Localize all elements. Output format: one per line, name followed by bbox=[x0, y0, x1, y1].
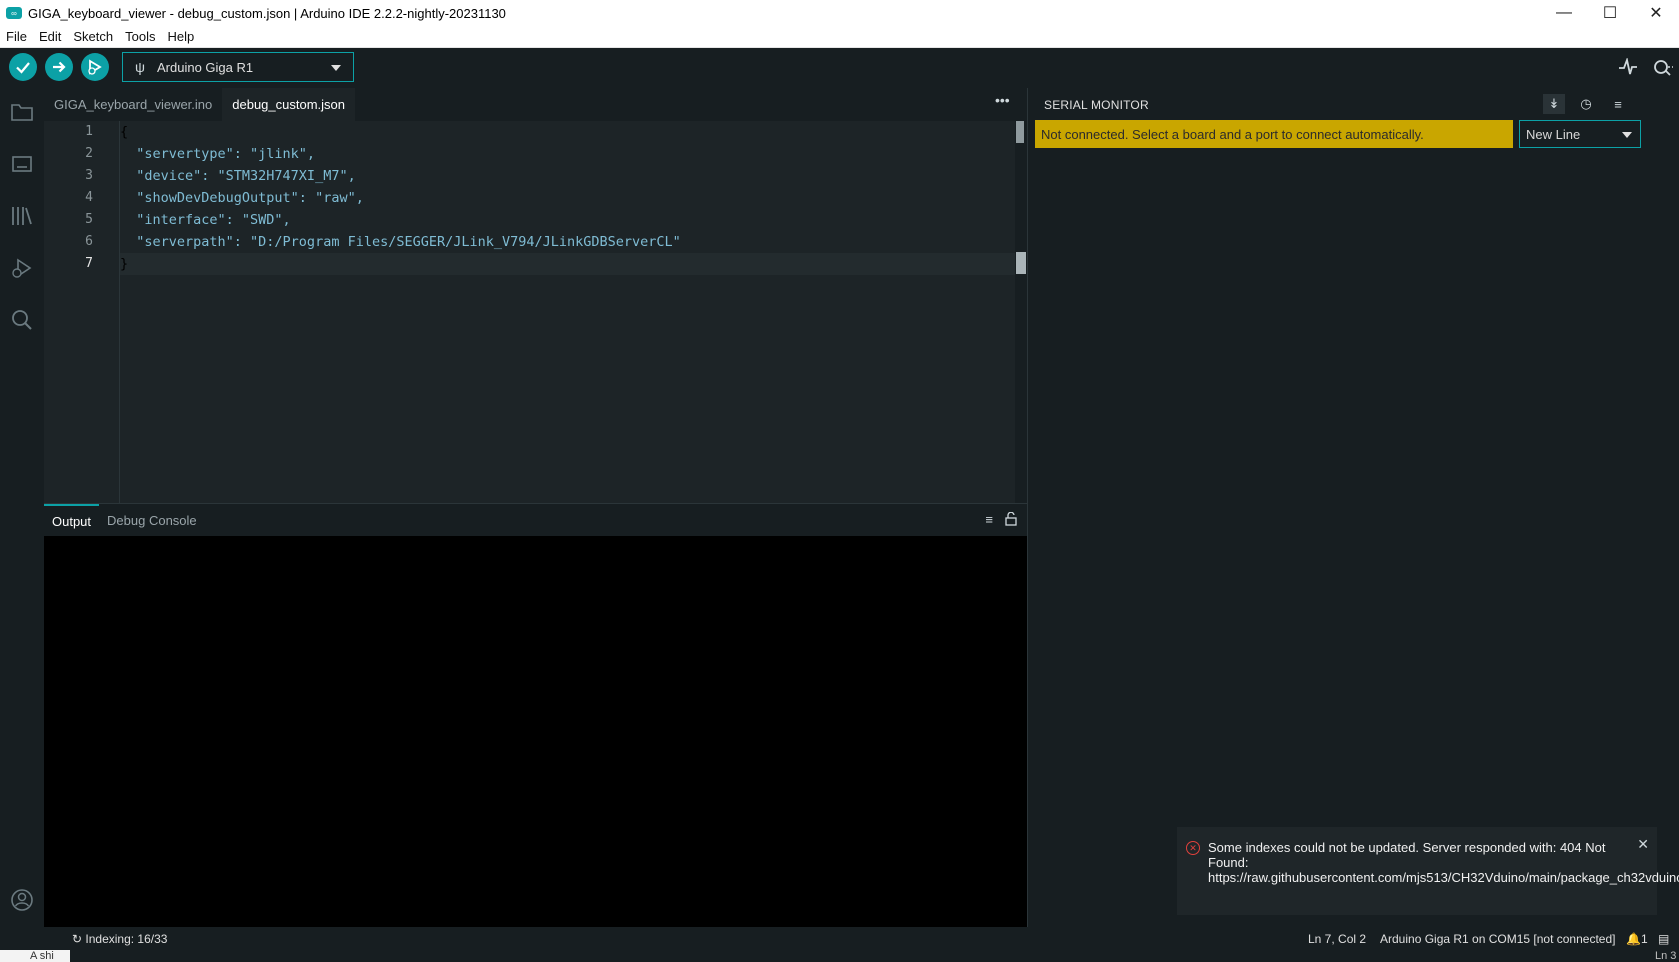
menu-sketch[interactable]: Sketch bbox=[67, 29, 119, 44]
board-icon bbox=[12, 156, 32, 172]
editor-tab-bar: GIGA_keyboard_viewer.ino debug_custom.js… bbox=[44, 88, 1027, 121]
error-notification: ✕ Some indexes could not be updated. Ser… bbox=[1177, 827, 1679, 915]
menu-edit[interactable]: Edit bbox=[33, 29, 67, 44]
serial-monitor-panel: SERIAL MONITOR ↡ ◷ ≡ Not connected. Sele… bbox=[1027, 88, 1645, 927]
search-icon bbox=[12, 310, 32, 330]
line-number: 5 bbox=[85, 212, 93, 227]
verify-icon bbox=[16, 62, 30, 74]
line-number: 3 bbox=[85, 168, 93, 183]
taskbar-fragment: A shi bbox=[0, 950, 70, 962]
close-button[interactable]: ✕ bbox=[1633, 0, 1679, 26]
board-port-status[interactable]: Arduino Giga R1 on COM15 [not connected] bbox=[1380, 932, 1615, 946]
menu-help[interactable]: Help bbox=[161, 29, 200, 44]
notifications-badge[interactable]: 🔔1 bbox=[1626, 932, 1648, 946]
debug-icon bbox=[88, 59, 102, 75]
minimize-button[interactable]: — bbox=[1541, 0, 1587, 26]
maximize-button[interactable]: ☐ bbox=[1587, 0, 1633, 26]
unlock-icon[interactable] bbox=[1005, 511, 1017, 529]
serial-monitor-icon bbox=[1654, 60, 1673, 76]
chevron-down-icon bbox=[1622, 132, 1632, 138]
menu-bar: File Edit Sketch Tools Help bbox=[0, 26, 1679, 48]
window-title: GIGA_keyboard_viewer - debug_custom.json… bbox=[28, 5, 506, 21]
code-editor[interactable]: { "servertype": "jlink", "device": "STM3… bbox=[120, 121, 1015, 503]
sketchbook-button[interactable] bbox=[10, 100, 34, 124]
serial-monitor-title: SERIAL MONITOR bbox=[1044, 98, 1149, 112]
indexing-text: Indexing: 16/33 bbox=[85, 932, 168, 946]
line-number: 1 bbox=[85, 124, 93, 139]
line-number-gutter: 1 2 3 4 5 6 7 bbox=[44, 121, 120, 503]
title-bar: ∞ GIGA_keyboard_viewer - debug_custom.js… bbox=[0, 0, 1679, 26]
boards-manager-button[interactable] bbox=[10, 152, 34, 176]
toggle-panel-icon[interactable]: ▤ bbox=[1658, 932, 1669, 946]
serial-plotter-button[interactable] bbox=[1618, 56, 1638, 81]
library-manager-button[interactable] bbox=[10, 204, 34, 228]
close-icon[interactable]: ✕ bbox=[1637, 837, 1649, 852]
tab-debug-console[interactable]: Debug Console bbox=[99, 504, 205, 537]
folder-icon bbox=[11, 104, 33, 121]
usb-icon: ψ bbox=[135, 59, 145, 75]
plotter-icon bbox=[1619, 56, 1637, 75]
clipped-position: Ln 3 bbox=[1655, 950, 1677, 962]
editor-overview-cursor bbox=[1016, 252, 1026, 274]
code-line: "device": "STM32H747XI_M7", bbox=[120, 168, 356, 184]
board-name: Arduino Giga R1 bbox=[156, 59, 254, 75]
activity-bar bbox=[0, 88, 44, 950]
serial-monitor-actions: ↡ ◷ ≡ bbox=[1543, 94, 1629, 114]
line-ending-value: New Line bbox=[1526, 126, 1581, 142]
board-selector[interactable]: ψ Arduino Giga R1 bbox=[122, 52, 354, 82]
debug-panel-button[interactable] bbox=[10, 256, 34, 280]
output-console[interactable] bbox=[44, 536, 1027, 927]
run-debug-icon bbox=[12, 258, 32, 278]
line-number: 2 bbox=[85, 146, 93, 161]
account-button[interactable] bbox=[10, 888, 34, 912]
tab-sketch-ino[interactable]: GIGA_keyboard_viewer.ino bbox=[44, 88, 222, 121]
line-number: 7 bbox=[85, 256, 93, 271]
code-line: "serverpath": "D:/Program Files/SEGGER/J… bbox=[120, 234, 681, 250]
menu-file[interactable]: File bbox=[0, 29, 33, 44]
indexing-status: ↻ Indexing: 16/33 bbox=[72, 932, 168, 946]
right-rail bbox=[1645, 88, 1679, 927]
cursor-position[interactable]: Ln 7, Col 2 bbox=[1308, 932, 1366, 946]
line-ending-select[interactable]: New Line bbox=[1519, 120, 1641, 148]
notification-message: Some indexes could not be updated. Serve… bbox=[1208, 840, 1679, 885]
code-line: "showDevDebugOutput": "raw", bbox=[120, 190, 364, 206]
panel-actions: ≡ bbox=[985, 511, 1017, 529]
upload-icon bbox=[53, 61, 66, 73]
status-bar-overflow: Ln 3 bbox=[0, 950, 1679, 962]
editor-scrollbar[interactable] bbox=[1016, 121, 1024, 143]
arduino-logo-icon: ∞ bbox=[6, 7, 22, 19]
more-options-icon[interactable]: ••• bbox=[995, 92, 1010, 108]
clear-output-icon[interactable]: ≡ bbox=[985, 512, 993, 529]
menu-tools[interactable]: Tools bbox=[119, 29, 161, 44]
clear-output-icon[interactable]: ≡ bbox=[1607, 94, 1629, 114]
code-line: "servertype": "jlink", bbox=[120, 146, 316, 162]
tab-output[interactable]: Output bbox=[44, 503, 100, 537]
code-line: { bbox=[120, 124, 129, 140]
not-connected-banner: Not connected. Select a board and a port… bbox=[1035, 120, 1513, 148]
search-button[interactable] bbox=[10, 308, 34, 332]
status-bar: ↻ Indexing: 16/33 Ln 7, Col 2 Arduino Gi… bbox=[0, 927, 1679, 950]
serial-monitor-button[interactable] bbox=[1652, 58, 1674, 81]
library-icon bbox=[12, 207, 32, 225]
notifications-count: 1 bbox=[1640, 932, 1648, 946]
code-line: } bbox=[120, 253, 1015, 275]
bottom-panel-tabs: Output Debug Console ≡ bbox=[44, 503, 1027, 536]
upload-button[interactable] bbox=[45, 53, 73, 81]
autoscroll-icon[interactable]: ↡ bbox=[1543, 94, 1565, 114]
line-number: 6 bbox=[85, 234, 93, 249]
tab-debug-custom-json[interactable]: debug_custom.json bbox=[222, 88, 356, 121]
window-controls: — ☐ ✕ bbox=[1541, 0, 1679, 26]
verify-button[interactable] bbox=[9, 53, 37, 81]
line-number: 4 bbox=[85, 190, 93, 205]
chevron-down-icon bbox=[331, 65, 341, 71]
timestamp-icon[interactable]: ◷ bbox=[1575, 94, 1597, 114]
account-icon bbox=[11, 889, 33, 911]
error-icon: ✕ bbox=[1186, 841, 1200, 855]
debug-button[interactable] bbox=[81, 53, 109, 81]
code-line: "interface": "SWD", bbox=[120, 212, 291, 228]
